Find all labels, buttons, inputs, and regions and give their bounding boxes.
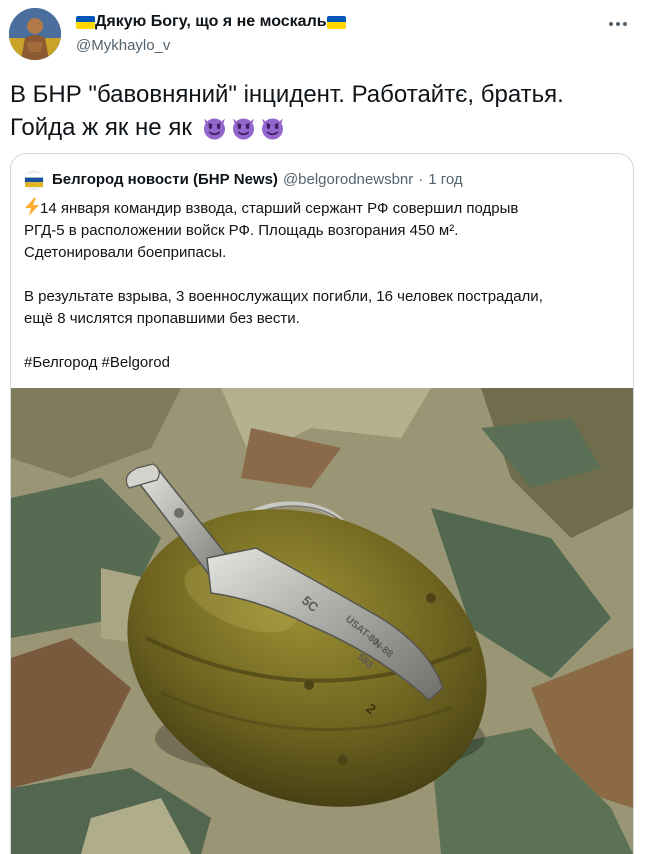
quoted-hashtags[interactable]: #Белгород #Belgorod bbox=[24, 352, 624, 374]
tweet-text-segment: Гойда ж як не як bbox=[10, 114, 192, 141]
quoted-tweet-header: Белгород новости (БНР News) @belgorodnew… bbox=[24, 170, 463, 190]
author-block: Дякую Богу, що я не москаль @Mykhaylo_v bbox=[76, 12, 346, 56]
tweet: Дякую Богу, що я не москаль @Mykhaylo_v … bbox=[0, 0, 648, 854]
quoted-text-line: 14 января командир взвода, старший сержа… bbox=[24, 198, 624, 220]
quoted-text-line: ещё 8 числятся пропавшими без вести. bbox=[24, 310, 300, 327]
author-handle[interactable]: @Mykhaylo_v bbox=[76, 36, 346, 56]
author-avatar[interactable] bbox=[9, 8, 61, 60]
quoted-text-line: РГД-5 в расположении войск РФ. Площадь в… bbox=[24, 222, 459, 239]
quoted-author-handle[interactable]: @belgorodnewsbnr bbox=[283, 170, 413, 190]
belgorod-logo-icon bbox=[25, 173, 43, 187]
smiling-imp-icon bbox=[203, 118, 225, 140]
emoji-group bbox=[201, 114, 286, 141]
tweet-text: В БНР "бавовняний" інцидент. Работайтє, … bbox=[10, 78, 630, 144]
smiling-imp-icon bbox=[232, 118, 254, 140]
more-options-icon[interactable] bbox=[606, 12, 630, 36]
tweet-text-line: В БНР "бавовняний" інцидент. Работайтє, … bbox=[10, 81, 564, 108]
lightning-icon bbox=[25, 198, 39, 216]
meta-separator: · bbox=[418, 171, 424, 188]
quoted-author-name[interactable]: Белгород новости (БНР News) bbox=[52, 170, 278, 190]
quoted-tweet[interactable]: Белгород новости (БНР News) @belgorodnew… bbox=[10, 153, 634, 854]
quoted-text-segment: 14 января командир взвода, старший сержа… bbox=[40, 200, 519, 217]
author-name-row[interactable]: Дякую Богу, що я не москаль bbox=[76, 12, 346, 32]
ukraine-flag-icon bbox=[326, 15, 346, 29]
ukraine-flag-icon bbox=[76, 15, 95, 29]
author-name[interactable]: Дякую Богу, що я не москаль bbox=[95, 12, 327, 32]
grenade-photo: 5С USAT-80 N-88 583 2 bbox=[11, 388, 633, 854]
quoted-avatar[interactable] bbox=[24, 170, 44, 190]
quoted-image[interactable]: 5С USAT-80 N-88 583 2 bbox=[11, 388, 633, 854]
quoted-text-line: Сдетонировали боеприпасы. bbox=[24, 244, 227, 261]
quoted-text-line: В результате взрыва, 3 военнослужащих по… bbox=[24, 288, 543, 305]
smiling-imp-icon bbox=[261, 118, 283, 140]
quoted-tweet-body: 14 января командир взвода, старший сержа… bbox=[24, 198, 624, 374]
quoted-timestamp[interactable]: 1 год bbox=[428, 170, 462, 190]
tweet-text-line: Гойда ж як не як bbox=[10, 111, 630, 144]
